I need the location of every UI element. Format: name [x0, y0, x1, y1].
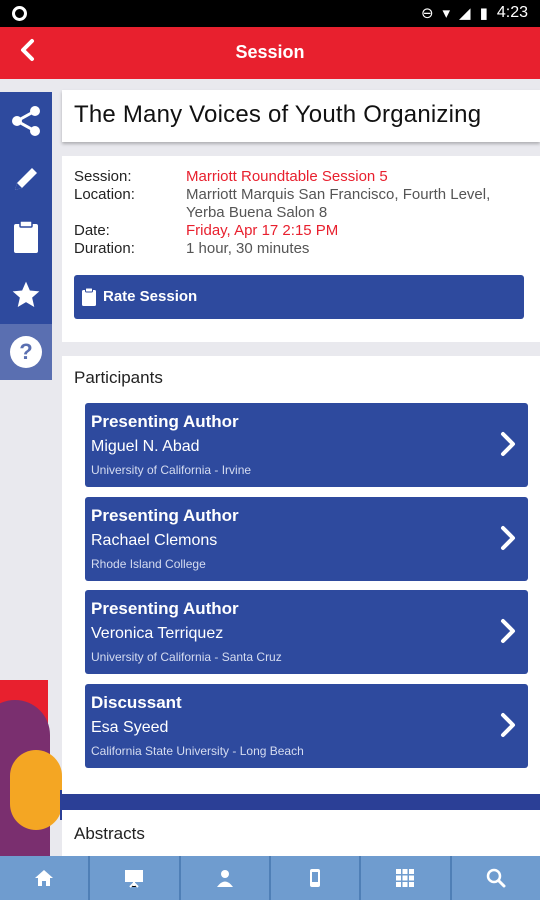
participant-name: Esa Syeed — [91, 719, 169, 736]
nav-sessions[interactable] — [90, 856, 181, 900]
abstracts-header: Abstracts — [74, 824, 145, 843]
bottom-navigation — [0, 856, 540, 900]
presentation-icon — [125, 870, 144, 888]
nav-mobile[interactable] — [271, 856, 362, 900]
signal-icon: ◢ — [459, 4, 471, 22]
battery-icon: ▮ — [479, 4, 488, 22]
clipboard-icon — [14, 220, 38, 253]
location-label: Location: — [74, 186, 135, 203]
edit-button[interactable] — [0, 150, 52, 208]
participant-role: Discussant — [91, 693, 182, 712]
participants-card: Participants Presenting Author Miguel N.… — [62, 356, 540, 794]
session-title-card: The Many Voices of Youth Organizing — [62, 90, 540, 142]
session-title: The Many Voices of Youth Organizing — [74, 101, 482, 128]
participant-institution: California State University - Long Beach — [91, 744, 304, 758]
wifi-icon: ▾ — [442, 4, 451, 22]
dnd-icon: ⊖ — [420, 4, 434, 22]
home-icon — [35, 870, 54, 886]
share-button[interactable] — [0, 92, 52, 150]
page-title: Session — [235, 42, 305, 62]
search-icon — [486, 868, 506, 888]
participant-institution: University of California - Irvine — [91, 463, 252, 477]
phone-icon — [310, 869, 321, 887]
participant-institution: University of California - Santa Cruz — [91, 650, 282, 664]
duration-value: 1 hour, 30 minutes — [186, 240, 310, 257]
action-sidebar: ? — [0, 92, 52, 380]
chevron-right-icon — [501, 526, 515, 550]
notes-button[interactable] — [0, 208, 52, 266]
location-line1: Marriott Marquis San Francisco, Fourth L… — [186, 186, 491, 203]
status-bar: ⊖ ▾ ◢ ▮ 4:23 — [0, 0, 540, 27]
share-icon — [12, 106, 40, 136]
chevron-right-icon — [501, 432, 515, 456]
star-icon — [12, 281, 40, 307]
help-button[interactable]: ? — [0, 324, 52, 380]
participant-card[interactable]: Discussant Esa Syeed California State Un… — [85, 684, 528, 768]
help-icon: ? — [10, 336, 42, 368]
participant-role: Presenting Author — [91, 412, 239, 431]
clock: 4:23 — [496, 4, 528, 21]
pencil-icon — [15, 168, 37, 190]
rate-session-button[interactable]: Rate Session — [74, 275, 524, 319]
session-label: Session: — [74, 168, 132, 185]
session-info-card: Session: Marriott Roundtable Session 5 L… — [62, 156, 540, 342]
clipboard-icon — [82, 287, 96, 306]
nav-people[interactable] — [181, 856, 271, 900]
favorite-button[interactable] — [0, 266, 52, 324]
grid-icon — [396, 869, 415, 887]
notification-icon — [12, 6, 27, 21]
participant-role: Presenting Author — [91, 506, 239, 525]
participant-name: Rachael Clemons — [91, 532, 218, 549]
nav-home[interactable] — [0, 856, 91, 900]
chevron-right-icon — [501, 619, 515, 643]
participant-name: Miguel N. Abad — [91, 438, 200, 455]
person-icon — [216, 870, 233, 887]
app-bar: Session — [0, 27, 540, 79]
location-line2: Yerba Buena Salon 8 — [186, 204, 328, 221]
participant-card[interactable]: Presenting Author Miguel N. Abad Univers… — [85, 403, 528, 487]
nav-search[interactable] — [452, 856, 540, 900]
participant-role: Presenting Author — [91, 599, 239, 618]
date-link[interactable]: Friday, Apr 17 2:15 PM — [186, 222, 526, 240]
chevron-right-icon — [501, 713, 515, 737]
participants-header: Participants — [74, 368, 163, 387]
participant-name: Veronica Terriquez — [91, 625, 224, 642]
participant-card[interactable]: Presenting Author Rachael Clemons Rhode … — [85, 497, 528, 581]
date-label: Date: — [74, 222, 110, 239]
rate-session-label: Rate Session — [103, 288, 198, 305]
svg-text:?: ? — [19, 339, 32, 364]
participant-institution: Rhode Island College — [91, 557, 206, 571]
duration-label: Duration: — [74, 240, 135, 257]
participant-card[interactable]: Presenting Author Veronica Terriquez Uni… — [85, 590, 528, 674]
session-name-link[interactable]: Marriott Roundtable Session 5 — [186, 168, 526, 186]
nav-apps[interactable] — [361, 856, 452, 900]
abstracts-card[interactable]: Abstracts — [62, 810, 540, 860]
